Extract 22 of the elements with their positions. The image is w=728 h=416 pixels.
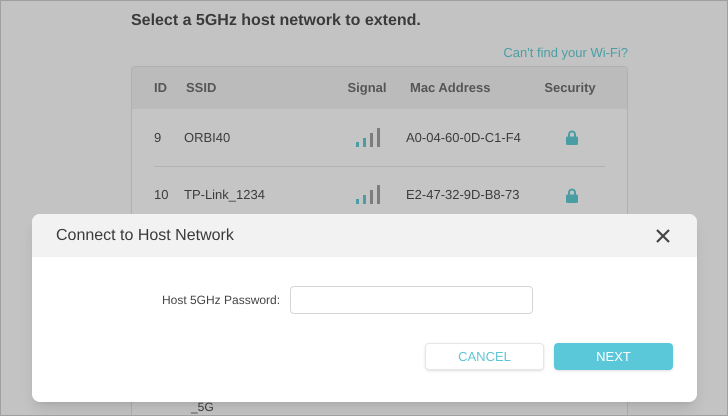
dialog-title: Connect to Host Network — [56, 226, 234, 246]
help-link[interactable]: Can't find your Wi-Fi? — [503, 45, 628, 61]
signal-icon — [355, 185, 383, 205]
table-cell-text: 10 — [154, 186, 170, 204]
table-cell-text: 9 — [154, 128, 162, 147]
table-cell: _5G — [191, 400, 214, 414]
column-header: ID — [153, 79, 168, 98]
table-cell-text: A0-04-60-0D-C1-F4 — [405, 128, 522, 147]
field-label: Host 5GHz Password: — [162, 292, 280, 309]
signal-icon — [355, 128, 383, 148]
column-header: Mac Address — [409, 79, 492, 98]
close-button[interactable] — [655, 228, 671, 244]
table-cell-text: ORBI40 — [184, 128, 232, 147]
password-field[interactable] — [290, 286, 534, 314]
column-header: Security — [543, 79, 597, 98]
column-header: Signal — [346, 79, 388, 98]
cancel-button[interactable]: CANCEL — [425, 343, 544, 370]
next-button[interactable]: NEXT — [554, 343, 673, 370]
page-title: Select a 5GHz host network to extend. — [131, 11, 422, 31]
column-header: SSID — [185, 79, 218, 98]
table-cell-text: TP-Link_1234 — [184, 186, 266, 204]
table-cell-text: E2-47-32-9D-B8-73 — [405, 186, 520, 204]
